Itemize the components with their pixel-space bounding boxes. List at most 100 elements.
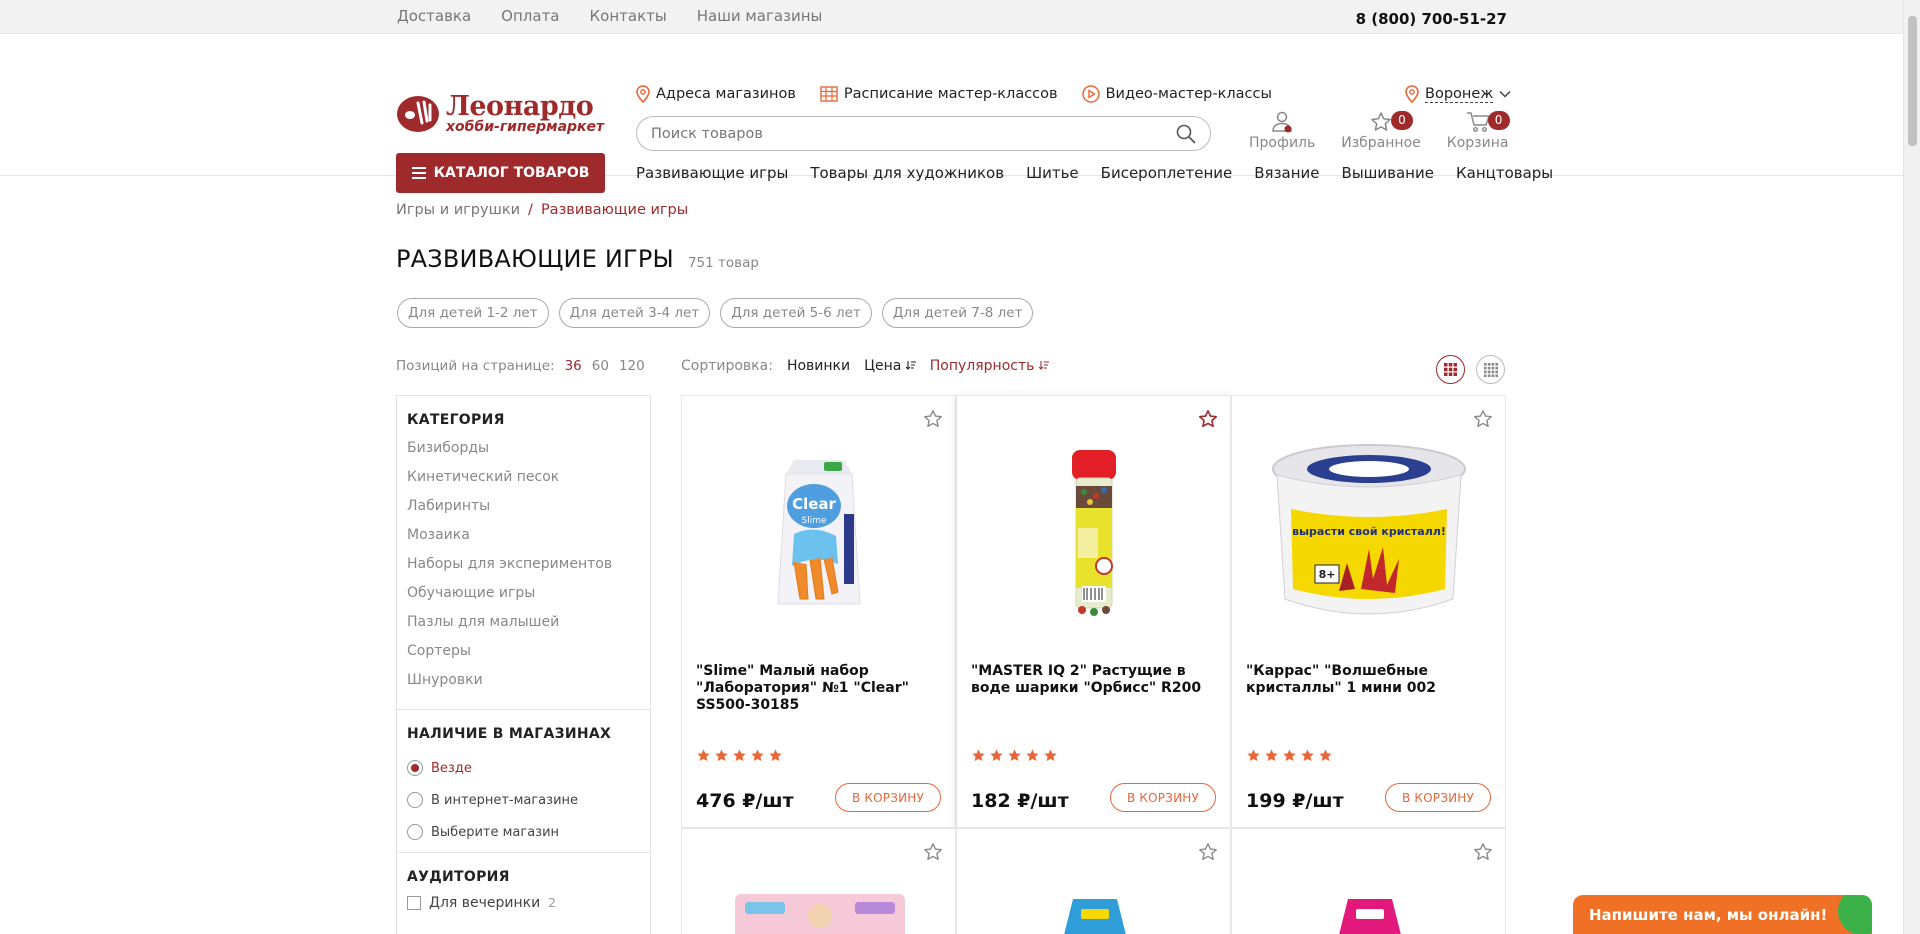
favorite-star-filled-icon[interactable] [1198,409,1218,429]
search-icon[interactable] [1176,124,1196,144]
user-icon [1272,111,1292,133]
audience-checkbox-party[interactable]: Для вечеринки 2 [407,895,640,911]
stock-radio-online[interactable]: В интернет-магазине [407,784,640,816]
category-title: КАТЕГОРИЯ [407,412,505,428]
category-item[interactable]: Обучающие игры [407,583,640,612]
info-link-video[interactable]: Видео-мастер-классы [1081,85,1272,103]
chat-status-indicator [1838,895,1872,934]
sort-popularity[interactable]: Популярность [930,358,1049,374]
grid-4x4-icon [1483,362,1498,377]
product-image[interactable] [1328,899,1412,934]
product-image[interactable]: вырасти свой кристалл! 8+ [1232,441,1505,626]
favorites-button[interactable]: 0 Избранное [1341,111,1421,151]
category-item[interactable]: Лабиринты [407,496,640,525]
city-selector[interactable]: Воронеж [1405,85,1511,103]
info-link-stores[interactable]: Адреса магазинов [636,85,796,103]
slime-package-image: Clear Slime [776,459,861,604]
nav-item-educational-games[interactable]: Развивающие игры [636,164,788,182]
favorite-star-icon[interactable] [923,409,943,429]
product-image[interactable] [957,441,1230,626]
top-link-contacts[interactable]: Контакты [590,7,667,25]
product-card[interactable]: вырасти свой кристалл! 8+ "Каррас" "Волш… [1231,395,1506,828]
nav-item-beading[interactable]: Бисероплетение [1101,164,1233,182]
product-card[interactable] [681,828,956,934]
breadcrumb-separator: / [528,202,533,218]
nav-item-art-supplies[interactable]: Товары для художников [810,164,1004,182]
chip-age-1-2[interactable]: Для детей 1-2 лет [397,298,549,328]
category-item[interactable]: Кинетический песок [407,467,640,496]
per-page-60[interactable]: 60 [592,358,609,374]
nav-item-knitting[interactable]: Вязание [1254,164,1319,182]
category-filter: КАТЕГОРИЯ Бизиборды Кинетический песок Л… [397,396,650,710]
top-links: Доставка Оплата Контакты Наши магазины [397,7,822,25]
nav-item-embroidery[interactable]: Вышивание [1342,164,1434,182]
product-price: 199 ₽/шт [1246,790,1344,812]
category-item[interactable]: Пазлы для малышей [407,612,640,641]
add-to-cart-button[interactable]: В КОРЗИНУ [835,783,941,812]
chip-age-5-6[interactable]: Для детей 5-6 лет [720,298,872,328]
scrollbar-thumb[interactable] [1908,16,1917,146]
product-card[interactable] [1231,828,1506,934]
jar-label-text: вырасти свой кристалл! [1292,525,1446,538]
info-link-schedule-label: Расписание мастер-классов [843,86,1058,102]
chip-age-7-8[interactable]: Для детей 7-8 лет [881,298,1034,328]
sort-price[interactable]: Цена [864,358,916,374]
add-to-cart-button[interactable]: В КОРЗИНУ [1385,783,1491,812]
favorite-star-icon[interactable] [1473,842,1493,862]
cart-button[interactable]: 0 Корзина [1446,111,1510,151]
profile-button[interactable]: Профиль [1249,111,1315,151]
audience-label: Для вечеринки [429,895,541,911]
stock-radio-everywhere[interactable]: Везде [407,752,640,784]
product-card[interactable]: Clear Slime "Slime" Малый набор "Лаборат… [681,395,956,828]
breadcrumb-current: Развивающие игры [540,202,689,218]
page-scrollbar[interactable] [1903,0,1920,934]
breadcrumb-parent[interactable]: Игры и игрушки [396,202,520,218]
category-item[interactable]: Сортеры [407,641,640,670]
sort-new[interactable]: Новинки [787,358,850,374]
logo-brand: Леонардо [446,91,594,122]
top-link-stores[interactable]: Наши магазины [697,7,823,25]
add-to-cart-button[interactable]: В КОРЗИНУ [1110,783,1216,812]
nav-item-stationery[interactable]: Канцтовары [1456,164,1553,182]
product-card[interactable]: "MASTER IQ 2" Растущие в воде шарики "Ор… [956,395,1231,828]
stock-radio-select-store[interactable]: Выберите магазин [407,816,640,848]
view-grid-large-button[interactable] [1436,355,1465,384]
cart-label: Корзина [1446,135,1509,151]
product-title[interactable]: "Каррас" "Волшебные кристаллы" 1 мини 00… [1246,663,1491,697]
per-page-36[interactable]: 36 [565,358,582,374]
nav-item-sewing[interactable]: Шитье [1026,164,1079,182]
logo[interactable]: Леонардо хобби-гипермаркет [396,91,606,137]
category-item[interactable]: Наборы для экспериментов [407,554,640,583]
category-item[interactable]: Шнуровки [407,670,640,699]
favorite-star-icon[interactable] [923,842,943,862]
top-link-delivery[interactable]: Доставка [397,7,471,25]
phone-number[interactable]: 8 (800) 700-51-27 [1356,10,1507,28]
main-nav: Развивающие игры Товары для художников Ш… [636,164,1553,182]
search-input[interactable] [651,125,1176,142]
info-link-schedule[interactable]: Расписание мастер-классов [820,85,1058,103]
age-filter-chips: Для детей 1-2 лет Для детей 3-4 лет Для … [397,298,1034,328]
product-image[interactable] [735,894,905,934]
product-image[interactable] [1053,899,1137,934]
category-item[interactable]: Мозаика [407,525,640,554]
top-link-payment[interactable]: Оплата [501,7,559,25]
chip-age-3-4[interactable]: Для детей 3-4 лет [558,298,711,328]
per-page-120[interactable]: 120 [619,358,645,374]
package-brand-text: Clear [792,495,836,513]
radio-unchecked [407,824,423,840]
product-card[interactable] [956,828,1231,934]
favorite-star-icon[interactable] [1198,842,1218,862]
product-image[interactable]: Clear Slime [682,441,955,626]
catalog-button[interactable]: КАТАЛОГ ТОВАРОВ [396,153,605,193]
view-grid-small-button[interactable] [1476,355,1505,384]
favorite-star-icon[interactable] [1473,409,1493,429]
category-item[interactable]: Бизиборды [407,438,640,467]
stock-option-label: Везде [431,760,472,776]
product-title[interactable]: "Slime" Малый набор "Лаборатория" №1 "Cl… [696,663,941,714]
online-chat-button[interactable]: Напишите нам, мы онлайн! [1573,895,1872,934]
product-title[interactable]: "MASTER IQ 2" Растущие в воде шарики "Ор… [971,663,1216,697]
favorites-label: Избранное [1341,135,1421,151]
header: Леонардо хобби-гипермаркет Адреса магази… [0,34,1920,193]
rating-stars [696,748,783,763]
location-pin-icon [1405,85,1419,103]
